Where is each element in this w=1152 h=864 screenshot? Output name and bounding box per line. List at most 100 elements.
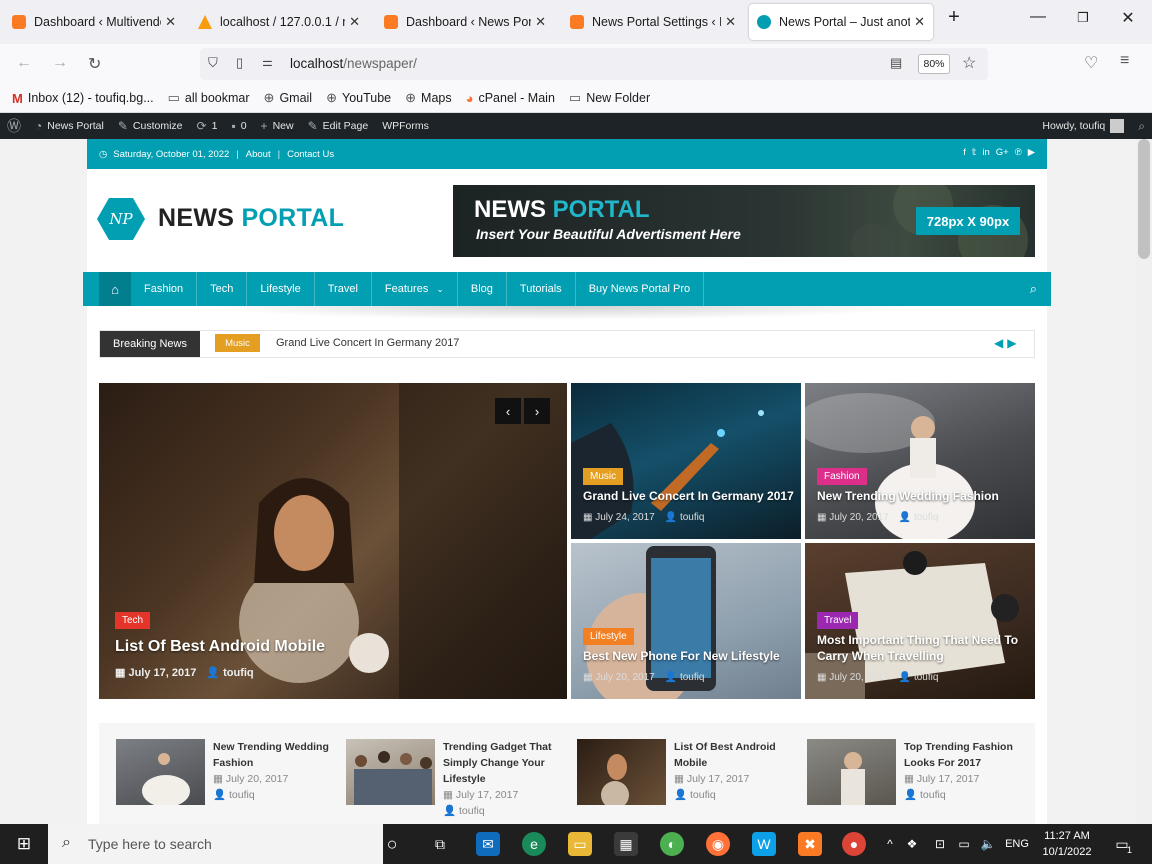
close-icon[interactable]: ✕ xyxy=(349,14,360,30)
new-tab-button[interactable]: + xyxy=(934,6,974,29)
menu-item-fashion[interactable]: Fashion xyxy=(131,272,198,306)
taskbar-search-input[interactable]: ⌕ Type here to search xyxy=(48,824,383,864)
post-title[interactable]: New Trending Wedding Fashion xyxy=(817,488,1029,504)
post-title[interactable]: New Trending Wedding Fashion xyxy=(213,739,331,771)
back-icon[interactable]: ← xyxy=(16,54,32,72)
admin-search-icon[interactable]: ⌕ xyxy=(1131,119,1152,134)
admin-customize-link[interactable]: ✎ Customize xyxy=(111,119,190,133)
shield-icon[interactable]: ⛉ xyxy=(208,55,218,71)
arrow-left-icon[interactable]: ◀ xyxy=(994,336,1007,350)
bookmark-star-icon[interactable]: ☆ xyxy=(962,53,976,73)
file-explorer-icon[interactable]: ▭ xyxy=(568,832,592,856)
close-icon[interactable]: ✕ xyxy=(725,14,736,30)
menu-item-tech[interactable]: Tech xyxy=(197,272,248,306)
windows-start-icon[interactable]: ⊞ xyxy=(12,832,36,856)
grid-card[interactable]: Lifestyle Best New Phone For New Lifesty… xyxy=(571,543,801,699)
notification-icon[interactable]: ▭ 1 xyxy=(1110,832,1134,856)
restore-icon[interactable]: ❐ xyxy=(1063,10,1103,26)
menu-item-blog[interactable]: Blog xyxy=(458,272,507,306)
firefox-icon[interactable]: ◉ xyxy=(706,832,730,856)
category-badge[interactable]: Tech xyxy=(115,612,151,629)
youtube-icon[interactable]: ▶ xyxy=(1028,147,1035,158)
slider-next-button[interactable]: › xyxy=(524,398,550,424)
reload-icon[interactable]: ↻ xyxy=(88,54,101,74)
list-item[interactable]: Top Trending Fashion Looks For 2017 ▦ Ju… xyxy=(807,739,1022,805)
task-view-icon[interactable]: ○ xyxy=(380,832,404,856)
home-icon[interactable]: ⌂ xyxy=(99,272,131,306)
zoom-level[interactable]: 80% xyxy=(918,54,950,74)
post-author[interactable]: 👤 toufiq xyxy=(665,512,705,523)
post-thumbnail[interactable] xyxy=(116,739,205,807)
site-title[interactable]: NEWS PORTAL xyxy=(158,204,344,233)
browser-tab[interactable]: localhost / 127.0.0.1 / ne ✕ xyxy=(190,4,368,40)
browser-tab[interactable]: Dashboard ‹ News Portal ✕ xyxy=(376,4,554,40)
chameleon-app-icon[interactable]: ◐ xyxy=(660,832,684,856)
post-author[interactable]: 👤 toufiq xyxy=(674,787,792,803)
category-badge[interactable]: Lifestyle xyxy=(583,628,634,645)
tray-app-icon[interactable]: ⊡ xyxy=(930,832,950,856)
admin-new-link[interactable]: + New xyxy=(254,119,301,133)
main-slider-card[interactable]: ‹ › Tech List Of Best Android Mobile ▦ J… xyxy=(99,383,567,699)
scrollbar-thumb[interactable] xyxy=(1138,139,1150,259)
linkedin-icon[interactable]: in xyxy=(982,147,989,158)
breaking-news-category[interactable]: Music xyxy=(215,334,260,352)
post-author[interactable]: 👤 toufiq xyxy=(213,787,331,803)
post-title[interactable]: List Of Best Android Mobile xyxy=(674,739,792,771)
pocket-icon[interactable]: ♡ xyxy=(1084,53,1098,73)
url-text[interactable]: localhost/newspaper/ xyxy=(290,56,417,71)
bookmark-youtube[interactable]: ⊕ YouTube xyxy=(326,90,391,106)
facebook-icon[interactable]: f xyxy=(963,147,966,158)
edge-icon[interactable]: e xyxy=(522,832,546,856)
post-author[interactable]: 👤 toufiq xyxy=(443,803,561,819)
chevron-up-icon[interactable]: ^ xyxy=(880,832,900,856)
bookmark-inbox[interactable]: M Inbox (12) - toufiq.bg... xyxy=(12,91,154,106)
list-item[interactable]: List Of Best Android Mobile ▦ July 17, 2… xyxy=(577,739,792,809)
post-thumbnail[interactable] xyxy=(577,739,666,809)
category-badge[interactable]: Music xyxy=(583,468,624,485)
bookmark-gmail[interactable]: ⊕ Gmail xyxy=(264,90,313,106)
pinterest-icon[interactable]: ℗ xyxy=(1015,147,1022,158)
post-author[interactable]: 👤 toufiq xyxy=(665,672,705,683)
bookmark-cpanel[interactable]: ◕ cPanel - Main xyxy=(466,91,555,106)
dropbox-icon[interactable]: ❖ xyxy=(902,832,922,856)
menu-icon[interactable]: ≡ xyxy=(1120,52,1129,70)
browser-tab[interactable]: Dashboard ‹ Multivendo ✕ xyxy=(4,4,184,40)
browser-tab[interactable]: News Portal Settings ‹ N ✕ xyxy=(562,4,744,40)
list-item[interactable]: Trending Gadget That Simply Change Your … xyxy=(346,739,561,819)
admin-wpforms-link[interactable]: WPForms xyxy=(375,120,436,132)
menu-item-travel[interactable]: Travel xyxy=(315,272,372,306)
grid-card[interactable]: Travel Most Important Thing That Need To… xyxy=(805,543,1035,699)
menu-item-features[interactable]: Features ⌄ xyxy=(372,272,458,306)
language-indicator[interactable]: ENG xyxy=(1002,832,1032,856)
admin-comments-link[interactable]: ▪ 0 xyxy=(224,119,253,133)
forward-icon[interactable]: → xyxy=(52,54,68,72)
list-item[interactable]: New Trending Wedding Fashion ▦ July 20, … xyxy=(116,739,331,807)
menu-item-buy-pro[interactable]: Buy News Portal Pro xyxy=(576,272,705,306)
bookmark-new-folder[interactable]: ▭ New Folder xyxy=(569,90,650,106)
widgets-icon[interactable]: ⧉ xyxy=(428,832,452,856)
search-icon[interactable]: ⌕ xyxy=(1030,281,1037,297)
post-author[interactable]: 👤 toufiq xyxy=(899,672,939,683)
top-link-contact[interactable]: Contact Us xyxy=(287,149,334,160)
mail-icon[interactable]: ✉ xyxy=(476,832,500,856)
grid-card[interactable]: Music Grand Live Concert In Germany 2017… xyxy=(571,383,801,539)
minimize-icon[interactable]: — xyxy=(1018,8,1058,26)
xampp-icon[interactable]: ✖ xyxy=(798,832,822,856)
browser-tab-active[interactable]: News Portal – Just anoth ✕ xyxy=(749,4,933,40)
post-title[interactable]: List Of Best Android Mobile xyxy=(115,638,325,656)
post-title[interactable]: Best New Phone For New Lifestyle xyxy=(583,648,795,664)
close-window-icon[interactable]: ✕ xyxy=(1108,8,1148,28)
close-icon[interactable]: ✕ xyxy=(914,14,925,30)
post-thumbnail[interactable] xyxy=(807,739,896,805)
twitter-icon[interactable]: 𝕥 xyxy=(972,147,976,158)
bookmark-folder[interactable]: ▭ all bookmar xyxy=(168,90,250,106)
wordpress-logo-icon[interactable]: Ⓦ xyxy=(0,116,28,136)
arrow-right-icon[interactable]: ▶ xyxy=(1007,336,1020,350)
slider-prev-button[interactable]: ‹ xyxy=(495,398,521,424)
taskbar-clock[interactable]: 11:27 AM 10/1/2022 xyxy=(1036,828,1098,860)
admin-edit-link[interactable]: ✎ Edit Page xyxy=(301,119,376,133)
close-icon[interactable]: ✕ xyxy=(165,14,176,30)
breaking-news-title[interactable]: Grand Live Concert In Germany 2017 xyxy=(276,337,459,349)
permissions-icon[interactable]: ⚌ xyxy=(262,55,273,69)
post-author[interactable]: 👤 toufiq xyxy=(206,666,253,679)
